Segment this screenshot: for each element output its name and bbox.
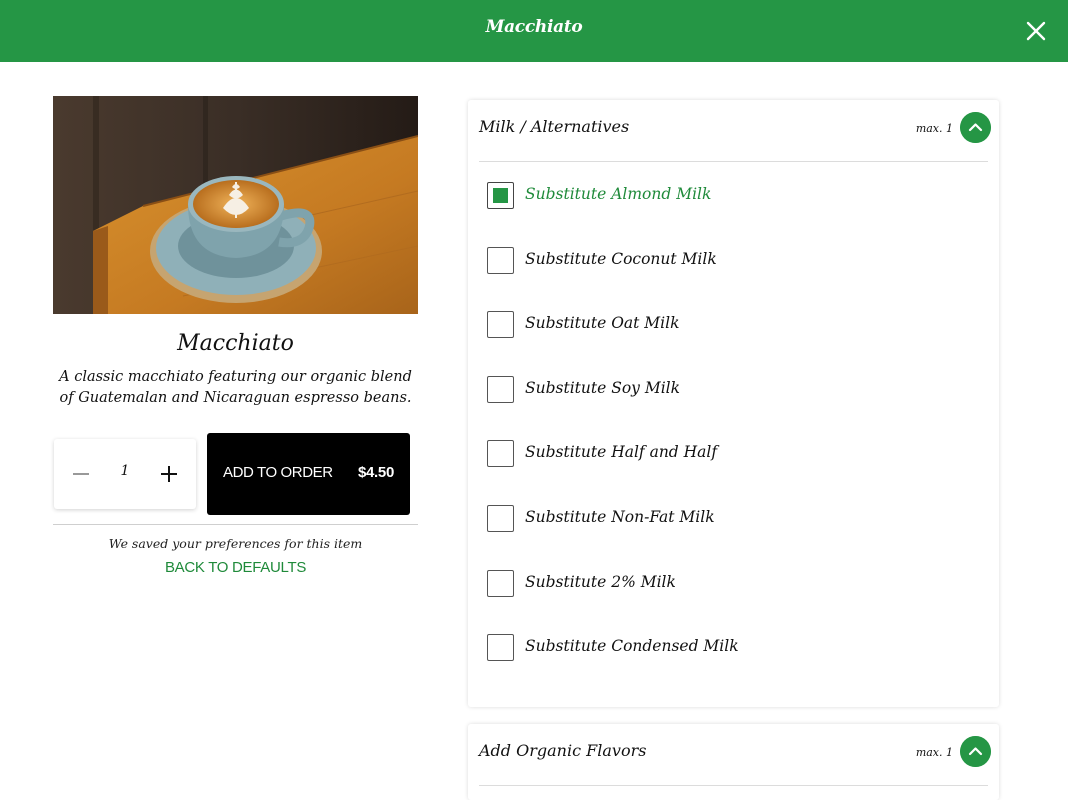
chevron-up-icon[interactable] [960, 112, 991, 143]
checkbox[interactable] [487, 182, 514, 209]
option-non-fat-milk[interactable]: Substitute Non-Fat Milk [487, 505, 977, 535]
option-coconut-milk[interactable]: Substitute Coconut Milk [487, 247, 977, 277]
option-half-and-half[interactable]: Substitute Half and Half [487, 440, 977, 470]
checkbox[interactable] [487, 440, 514, 467]
chevron-up-icon[interactable] [960, 736, 991, 767]
checkbox[interactable] [487, 247, 514, 274]
checkbox[interactable] [487, 311, 514, 338]
minus-icon[interactable] [66, 459, 96, 489]
page-title: Macchiato [485, 17, 583, 37]
option-label: Substitute Oat Milk [525, 314, 680, 332]
option-label: Substitute Almond Milk [525, 185, 712, 203]
plus-icon[interactable] [154, 459, 184, 489]
back-to-defaults-link[interactable]: BACK TO DEFAULTS [53, 559, 418, 576]
option-label: Substitute Condensed Milk [525, 637, 739, 655]
option-soy-milk[interactable]: Substitute Soy Milk [487, 376, 977, 406]
option-label: Substitute Coconut Milk [525, 250, 717, 268]
option-2-percent-milk[interactable]: Substitute 2% Milk [487, 570, 977, 600]
product-name: Macchiato [177, 331, 294, 356]
group-header: Milk / Alternatives max. 1 [468, 100, 999, 162]
quantity-stepper: 1 [54, 439, 196, 509]
checkbox[interactable] [487, 634, 514, 661]
group-title: Add Organic Flavors [479, 741, 647, 760]
quantity-value: 1 [120, 463, 130, 479]
order-price: $4.50 [357, 464, 394, 481]
add-to-order-label: ADD TO ORDER [223, 464, 333, 481]
group-title: Milk / Alternatives [479, 117, 630, 136]
top-bar: Macchiato [0, 0, 1068, 62]
divider [53, 524, 418, 525]
group-max-label: max. 1 [915, 746, 953, 759]
option-oat-milk[interactable]: Substitute Oat Milk [487, 311, 977, 341]
option-condensed-milk[interactable]: Substitute Condensed Milk [487, 634, 977, 664]
checkbox[interactable] [487, 505, 514, 532]
checkbox[interactable] [487, 570, 514, 597]
add-to-order-button[interactable]: ADD TO ORDER $4.50 [207, 433, 410, 515]
option-label: Substitute Soy Milk [525, 379, 681, 397]
option-label: Substitute 2% Milk [525, 573, 676, 591]
group-header: Add Organic Flavors max. 1 [468, 724, 999, 786]
modifier-group-flavors: Add Organic Flavors max. 1 [468, 724, 999, 800]
product-description: A classic macchiato featuring our organi… [59, 369, 412, 406]
checkbox[interactable] [487, 376, 514, 403]
close-icon[interactable] [1022, 17, 1050, 45]
saved-preferences-note: We saved your preferences for this item [108, 536, 363, 551]
group-divider [479, 160, 988, 162]
product-photo [53, 96, 418, 314]
modifier-group-milk: Milk / Alternatives max. 1 Substitute Al… [468, 100, 999, 707]
option-label: Substitute Non-Fat Milk [525, 508, 715, 526]
option-label: Substitute Half and Half [525, 443, 718, 461]
group-divider [479, 784, 988, 786]
option-almond-milk[interactable]: Substitute Almond Milk [487, 182, 977, 212]
group-max-label: max. 1 [915, 122, 953, 135]
